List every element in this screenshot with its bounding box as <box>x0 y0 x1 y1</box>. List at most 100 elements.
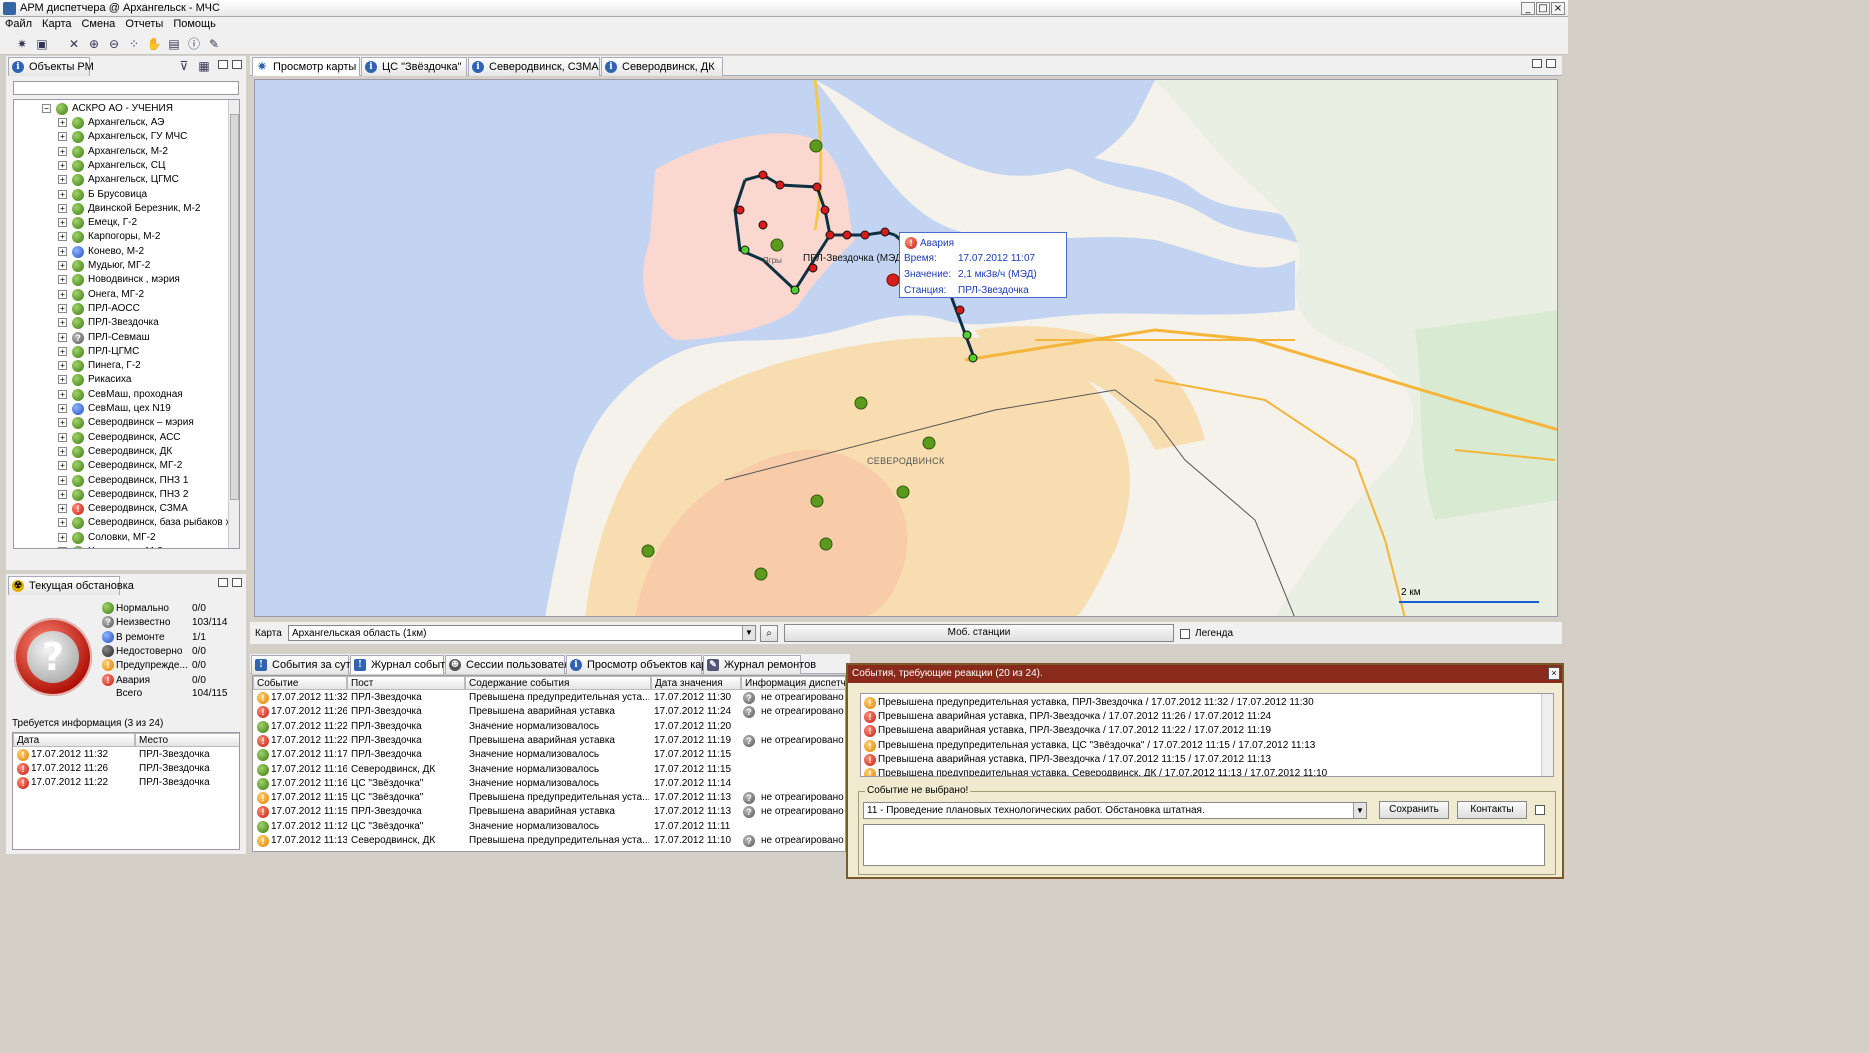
tab-map-view[interactable]: ✷Просмотр карты✕ <box>252 57 370 76</box>
layers-icon[interactable]: ▤ <box>166 36 182 52</box>
tree-item[interactable]: + Соловки, МГ-2 <box>14 531 228 545</box>
table-row[interactable]: ! 17.07.2012 11:26 ПРЛ-Звездочка Превышена … <box>253 705 845 719</box>
expand-icon[interactable]: + <box>58 189 67 199</box>
expand-icon[interactable]: + <box>58 303 67 313</box>
events-list-scrollbar[interactable] <box>1541 694 1553 776</box>
expand-icon[interactable]: + <box>58 218 67 228</box>
expand-icon[interactable]: + <box>58 504 67 514</box>
table-row[interactable]: ! 17.07.2012 11:32 ПРЛ-Звездочка <box>13 748 239 762</box>
info-icon[interactable]: ⓘ <box>186 36 202 52</box>
mobile-stations-button[interactable]: Моб. станции <box>784 624 1174 642</box>
tree-item[interactable]: + ПРЛ-АОСС <box>14 302 228 316</box>
tab-zvezdochka[interactable]: i ЦС "Звёздочка" <box>361 57 467 76</box>
col-event[interactable]: Событие <box>253 676 347 690</box>
tree-item[interactable]: +? ПРЛ-Севмаш <box>14 331 228 345</box>
tree-item[interactable]: + Карпогоры, М-2 <box>14 230 228 244</box>
tree-item[interactable]: + Конево, М-2 <box>14 245 228 259</box>
map-select[interactable]: Архангельская область (1км) <box>288 625 756 641</box>
expand-icon[interactable]: + <box>58 518 67 528</box>
tree-item[interactable]: + Емецк, Г-2 <box>14 216 228 230</box>
chevron-down-icon[interactable]: ▼ <box>742 626 755 640</box>
tree-item[interactable]: + Северодвинск, МГ-2 <box>14 459 228 473</box>
tab-dk[interactable]: i Северодвинск, ДК <box>601 57 723 76</box>
tree-item[interactable]: +! Северодвинск, СЗМА <box>14 502 228 516</box>
expand-icon[interactable]: + <box>58 146 67 156</box>
map-search-button[interactable]: ⌕ <box>760 625 778 642</box>
expand-icon[interactable]: + <box>58 547 67 548</box>
tree-root[interactable]: − АСКРО АО - УЧЕНИЯ <box>14 102 228 116</box>
comment-textarea[interactable] <box>863 824 1545 866</box>
tree-item[interactable]: + ПРЛ-ЦГМС <box>14 345 228 359</box>
tree-item[interactable]: + Рикасиха <box>14 373 228 387</box>
col-dispatcher-info[interactable]: Информация диспетчера <box>741 676 845 690</box>
menu-shift[interactable]: Смена <box>76 17 120 30</box>
ruler-icon[interactable]: ✎ <box>206 36 222 52</box>
list-item[interactable]: ! Превышена предупредительная уставка, ПР… <box>861 696 1539 710</box>
list-item[interactable]: ! Превышена предупредительная уставка, Се… <box>861 767 1539 776</box>
col-post[interactable]: Пост <box>347 676 465 690</box>
zoom-out-icon[interactable]: ⊖ <box>106 36 122 52</box>
filter-icon[interactable]: ⊽ <box>176 58 192 74</box>
list-item[interactable]: ! Превышена предупредительная уставка, ЦС… <box>861 739 1539 753</box>
expand-icon[interactable]: + <box>58 346 67 356</box>
tree-item[interactable]: + Архангельск, СЦ <box>14 159 228 173</box>
tree-item[interactable]: + Мудьюг, МГ-2 <box>14 259 228 273</box>
menu-file[interactable]: Файл <box>0 17 37 30</box>
panel-minimize-button[interactable] <box>218 60 228 69</box>
table-row[interactable]: 17.07.2012 11:12 ЦС "Звёздочка" Значение н… <box>253 820 845 834</box>
tree-item[interactable]: + Северодвинск – мэрия <box>14 416 228 430</box>
panel-minimize-button[interactable] <box>218 578 228 587</box>
pan-hand-icon[interactable]: ✋ <box>146 36 162 52</box>
close-button[interactable]: × <box>1551 2 1565 15</box>
tab-events-day[interactable]: ! События за сутки <box>251 655 362 674</box>
col-date[interactable]: Дата <box>13 733 135 747</box>
expand-icon[interactable]: + <box>58 118 67 127</box>
expand-icon[interactable]: + <box>58 246 67 256</box>
tree-item[interactable]: + СевМаш, проходная <box>14 388 228 402</box>
menu-help[interactable]: Помощь <box>168 17 221 30</box>
tab-situation[interactable]: ☢ Текущая обстановка <box>8 576 134 595</box>
tree-item[interactable]: + Новодвинск , мэрия <box>14 273 228 287</box>
expand-icon[interactable]: + <box>58 203 67 213</box>
table-row[interactable]: ! 17.07.2012 11:13 Северодвинск, ДК Превыше… <box>253 834 845 848</box>
expand-icon[interactable]: + <box>58 389 67 399</box>
tree-item[interactable]: + Северодвинск, база рыбаков хл <box>14 516 236 530</box>
map-canvas[interactable]: СЕВЕРОДВИНСК Ягры ПРЛ-Звездочка (МЭД) 2 … <box>254 79 1558 617</box>
expand-icon[interactable]: + <box>58 461 67 471</box>
expand-icon[interactable]: + <box>58 475 67 485</box>
expand-icon[interactable]: + <box>58 375 67 385</box>
maximize-button[interactable]: □ <box>1536 2 1550 15</box>
tab-journal[interactable]: ! Журнал событий <box>350 655 457 674</box>
contacts-button[interactable]: Контакты <box>1457 801 1527 819</box>
alarm-popup[interactable]: ! Авария Время: 17.07.2012 11:07 Значени… <box>899 232 1067 298</box>
objects-search-input[interactable] <box>13 81 239 95</box>
list-item[interactable]: ! Превышена аварийная уставка, ПРЛ-Звездо… <box>861 710 1539 724</box>
table-row[interactable]: ! 17.07.2012 11:15 ЦС "Звёздочка" Превышена… <box>253 791 845 805</box>
table-row[interactable]: ! 17.07.2012 11:22 ПРЛ-Звездочка <box>13 776 239 790</box>
expand-icon[interactable]: + <box>58 446 67 456</box>
tree-item[interactable]: + Северодвинск, АСС <box>14 431 228 445</box>
tree-scrollbar[interactable] <box>228 100 239 548</box>
tree-item[interactable]: + Пинега, Г-2 <box>14 359 228 373</box>
tree-item[interactable]: + СевМаш, цех N19 <box>14 402 228 416</box>
reaction-select[interactable]: 11 - Проведение плановых технологических… <box>863 802 1367 819</box>
panel-maximize-button[interactable] <box>232 60 242 69</box>
expand-icon[interactable]: + <box>58 404 67 413</box>
menu-map[interactable]: Карта <box>37 17 76 30</box>
tree-item[interactable]: + Холмогоры, М-2 <box>14 545 228 548</box>
expand-icon[interactable]: + <box>58 432 67 442</box>
expand-icon[interactable]: + <box>58 489 67 499</box>
expand-icon[interactable]: + <box>58 532 67 542</box>
panel-maximize-button[interactable] <box>1546 59 1556 68</box>
table-row[interactable]: 17.07.2012 11:17 ПРЛ-Звездочка Значение но… <box>253 748 845 762</box>
tree-item[interactable]: + Двинской Березник, М-2 <box>14 202 228 216</box>
table-row[interactable]: 17.07.2012 11:16 ЦС "Звёздочка" Значение н… <box>253 777 845 791</box>
tree-item[interactable]: + Б Брусовица <box>14 188 228 202</box>
tree-view-icon[interactable]: ▦ <box>196 58 212 74</box>
tree-item[interactable]: + Архангельск, АЭ <box>14 116 228 130</box>
col-content[interactable]: Содержание события <box>465 676 651 690</box>
panel-minimize-button[interactable] <box>1532 59 1542 68</box>
tab-sessions[interactable]: ☻ Сессии пользователей <box>445 655 582 674</box>
tab-repairs[interactable]: ✎ Журнал ремонтов <box>703 655 816 674</box>
col-place[interactable]: Место <box>135 733 239 747</box>
